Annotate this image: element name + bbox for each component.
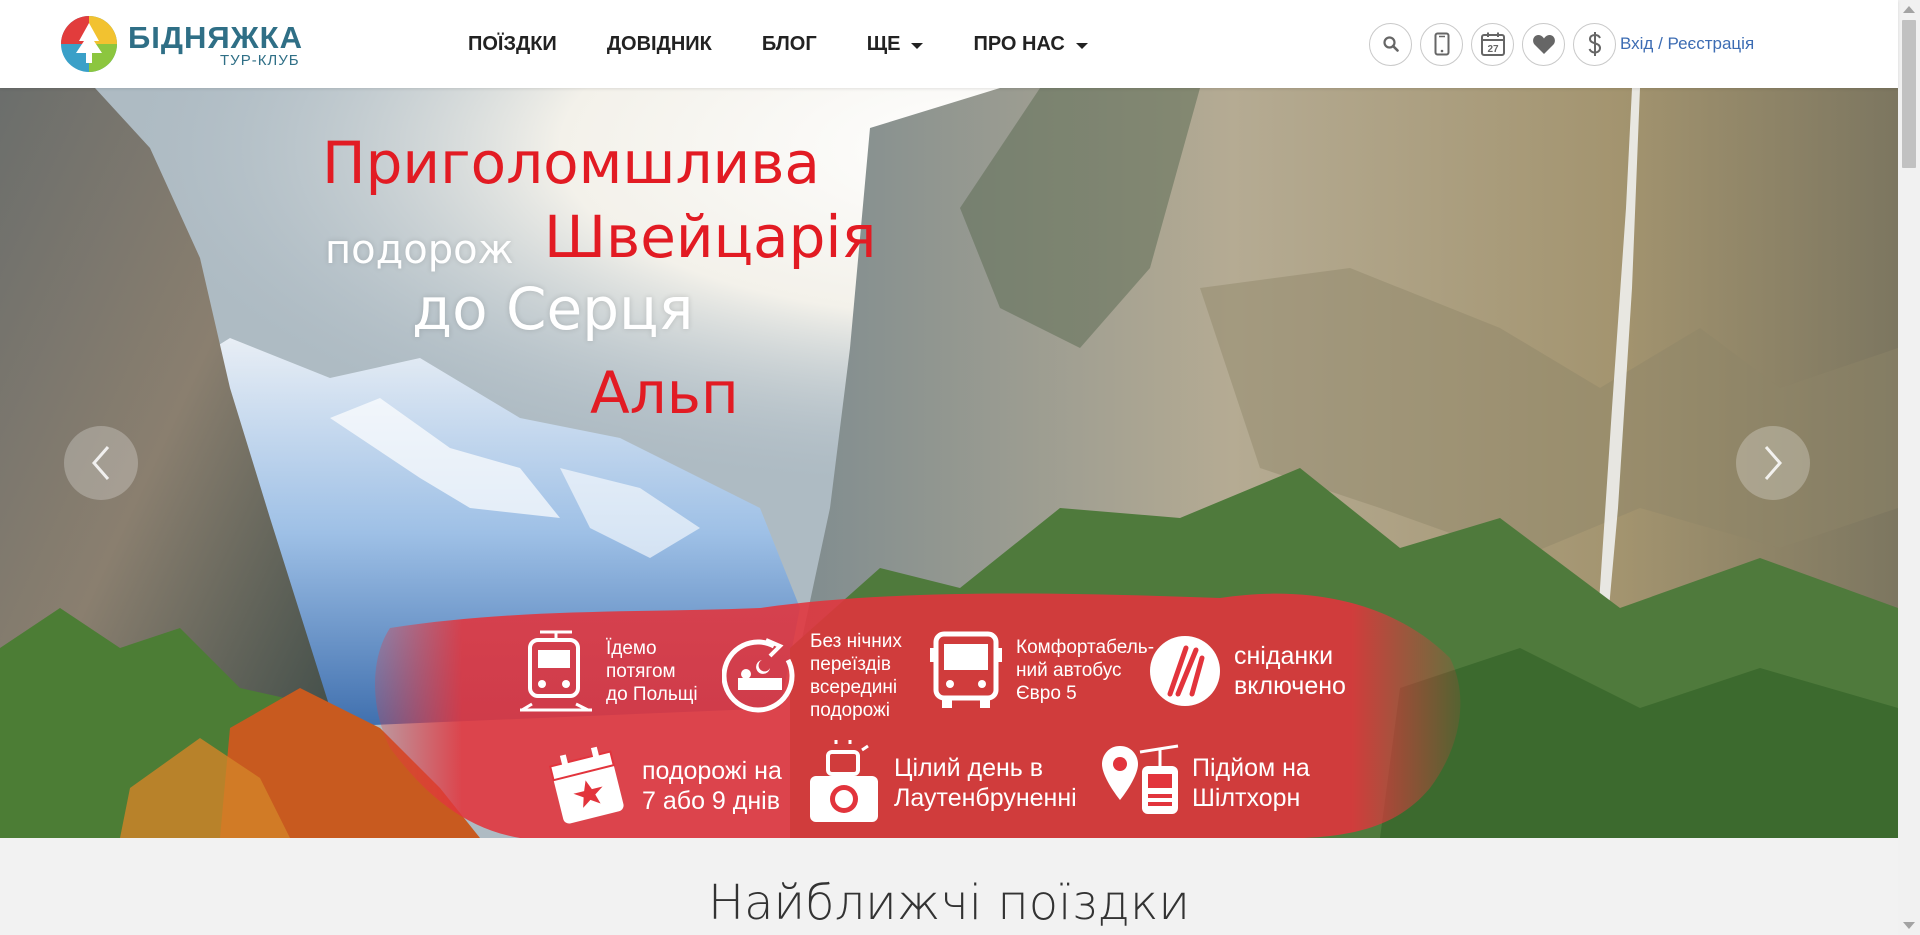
- feature-duration: подорожі на 7 або 9 днів: [546, 744, 782, 828]
- feature-breakfast: сніданки включено: [1148, 634, 1346, 708]
- mobile-app-button[interactable]: [1420, 22, 1463, 66]
- dollar-icon: [1588, 32, 1601, 56]
- feature-no-night: Без нічних переїздів всередині подорожі: [722, 630, 902, 722]
- caret-down-icon: [1075, 42, 1088, 49]
- calendar-icon: 27: [1480, 32, 1505, 56]
- chevron-right-icon: [1764, 446, 1782, 480]
- nav-item-guide[interactable]: ДОВІДНИК: [607, 33, 712, 56]
- logo-mark-icon: [61, 16, 117, 72]
- nav-item-label: ПОЇЗДКИ: [468, 32, 557, 55]
- chevron-left-icon: [92, 446, 110, 480]
- caret-down-icon: [911, 42, 924, 49]
- cable-car-icon: [1102, 744, 1179, 814]
- feature-text: подорожі на 7 або 9 днів: [642, 757, 782, 815]
- camera-icon: [810, 740, 878, 822]
- feature-schilthorn: Підйом на Шілтхорн: [1100, 742, 1310, 824]
- site-header: БІДНЯЖКА ТУР-КЛУБ ПОЇЗДКИ ДОВІДНИК БЛОГ …: [0, 0, 1898, 88]
- hero-title-line2a: подорож: [325, 227, 514, 273]
- nav-item-blog[interactable]: БЛОГ: [762, 33, 817, 56]
- feature-train: Їдемо потягом до Польщі: [518, 630, 698, 712]
- night-bed-icon: [722, 638, 795, 713]
- calendar-star-icon: [548, 746, 624, 824]
- nav-item-label: ДОВІДНИК: [606, 32, 712, 55]
- feature-text: Їдемо потягом до Польщі: [606, 637, 698, 705]
- hero-slider: Приголомшлива подорож Швейцарія до Серця…: [0, 88, 1898, 838]
- brand-name: БІДНЯЖКА: [128, 20, 303, 55]
- nav-item-label: ЩЕ: [866, 32, 901, 55]
- hero-title-line3: до Серця: [412, 275, 694, 343]
- nav-item-about[interactable]: ПРО НАС: [973, 32, 1088, 56]
- feature-bus: Комфортабель- ний автобус Євро 5: [928, 630, 1154, 710]
- bus-icon: [930, 631, 1002, 708]
- hero-title-line2b: Швейцарія: [544, 203, 877, 271]
- scroll-up-arrow-icon[interactable]: [1903, 6, 1915, 13]
- calendar-day: 27: [1487, 44, 1499, 55]
- currency-button[interactable]: [1573, 22, 1616, 66]
- nav-item-trips[interactable]: ПОЇЗДКИ: [468, 33, 557, 56]
- hero-title-line4: Альп: [590, 359, 739, 427]
- feature-text: Цілий день в Лаутенбруненні: [894, 754, 1077, 812]
- login-register-link[interactable]: Вхід / Реєстрація: [1620, 34, 1754, 54]
- cutlery-icon: [1150, 636, 1220, 706]
- hero-title-line1: Приголомшлива: [322, 129, 820, 197]
- slider-prev-button[interactable]: [64, 426, 138, 500]
- feature-text: Комфортабель- ний автобус Євро 5: [1016, 636, 1155, 704]
- nav-item-label: БЛОГ: [761, 32, 817, 55]
- nav-item-more[interactable]: ЩЕ: [867, 33, 924, 56]
- search-icon: [1382, 36, 1399, 52]
- hero-banner: Приголомшлива подорож Швейцарія до Серця…: [0, 88, 1898, 838]
- slider-next-button[interactable]: [1736, 426, 1810, 500]
- main-nav: ПОЇЗДКИ ДОВІДНИК БЛОГ ЩЕ ПРО НАС: [468, 0, 1138, 88]
- search-button[interactable]: [1369, 22, 1412, 66]
- site-logo[interactable]: БІДНЯЖКА ТУР-КЛУБ: [60, 15, 310, 75]
- nav-item-label: ПРО НАС: [973, 32, 1065, 55]
- brand-subtitle: ТУР-КЛУБ: [220, 52, 300, 69]
- page-scrollbar[interactable]: [1898, 0, 1920, 935]
- feature-text: Підйом на Шілтхорн: [1192, 754, 1310, 812]
- calendar-button[interactable]: 27: [1471, 22, 1514, 66]
- heart-icon: [1532, 34, 1555, 54]
- feature-text: Без нічних переїздів всередині подорожі: [810, 631, 902, 721]
- favorites-button[interactable]: [1522, 22, 1565, 66]
- phone-icon: [1434, 32, 1449, 56]
- feature-lauterbrunnen: Цілий день в Лаутенбруненні: [806, 740, 1077, 826]
- train-icon: [520, 630, 592, 712]
- scroll-down-arrow-icon[interactable]: [1903, 922, 1915, 929]
- header-tools: 27 Вхід / Реєстрація: [1369, 21, 1754, 67]
- scrollbar-thumb[interactable]: [1902, 20, 1916, 168]
- feature-text: сніданки включено: [1234, 642, 1346, 700]
- section-title-upcoming-trips: Найближчі поїздки: [708, 875, 1190, 931]
